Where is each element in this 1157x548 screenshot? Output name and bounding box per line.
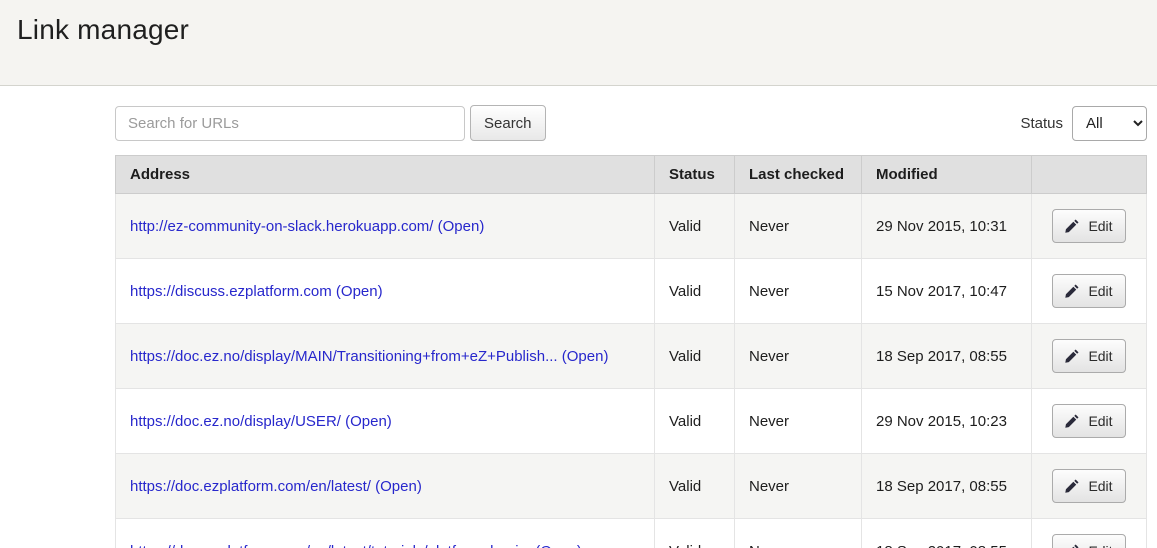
pencil-icon [1065,349,1079,363]
pencil-icon [1065,284,1079,298]
pencil-icon [1065,479,1079,493]
table-row: http://ez-community-on-slack.herokuapp.c… [116,194,1147,259]
column-header-address: Address [116,156,655,194]
open-link[interactable]: (Open) [438,218,485,235]
column-header-modified: Modified [862,156,1032,194]
url-link[interactable]: https://doc.ez.no/display/USER/ [130,413,341,430]
address-cell: https://discuss.ezplatform.com (Open) [116,259,655,324]
toolbar: Search Status All [115,105,1147,141]
actions-cell: Edit [1032,259,1147,324]
pencil-icon [1065,219,1079,233]
url-link[interactable]: https://discuss.ezplatform.com [130,283,332,300]
last-checked-cell: Never [735,454,862,519]
table-row: https://doc.ez.no/display/USER/ (Open) V… [116,389,1147,454]
actions-cell: Edit [1032,389,1147,454]
url-link[interactable]: https://doc.ezplatform.com/en/latest/ [130,478,371,495]
status-filter-label: Status [1020,115,1063,132]
links-table: Address Status Last checked Modified htt… [115,155,1147,548]
modified-cell: 29 Nov 2015, 10:31 [862,194,1032,259]
edit-button-label: Edit [1088,543,1112,548]
search-button[interactable]: Search [470,105,546,141]
status-cell: Valid [655,194,735,259]
column-header-status: Status [655,156,735,194]
edit-button-label: Edit [1088,413,1112,429]
table-row: https://doc.ezplatform.com/en/latest/ (O… [116,454,1147,519]
column-header-actions [1032,156,1147,194]
actions-cell: Edit [1032,194,1147,259]
edit-button[interactable]: Edit [1052,404,1125,438]
page-title: Link manager [17,14,1137,46]
table-row: https://doc.ezplatform.com/en/latest/tut… [116,519,1147,548]
edit-button[interactable]: Edit [1052,209,1125,243]
modified-cell: 18 Sep 2017, 08:55 [862,324,1032,389]
edit-button[interactable]: Edit [1052,469,1125,503]
open-link[interactable]: (Open) [375,478,422,495]
last-checked-cell: Never [735,259,862,324]
edit-button-label: Edit [1088,218,1112,234]
status-filter-select[interactable]: All [1072,106,1147,141]
content-area: Search Status All Address Status Last ch… [115,86,1147,548]
links-table-header: Address Status Last checked Modified [116,156,1147,194]
url-link[interactable]: http://ez-community-on-slack.herokuapp.c… [130,218,433,235]
last-checked-cell: Never [735,389,862,454]
status-cell: Valid [655,259,735,324]
address-cell: https://doc.ezplatform.com/en/latest/ (O… [116,454,655,519]
status-cell: Valid [655,324,735,389]
edit-button[interactable]: Edit [1052,534,1125,548]
url-link[interactable]: https://doc.ez.no/display/MAIN/Transitio… [130,348,558,365]
last-checked-cell: Never [735,194,862,259]
search-input[interactable] [115,106,465,141]
url-link[interactable]: https://doc.ezplatform.com/en/latest/tut… [130,543,531,548]
address-cell: http://ez-community-on-slack.herokuapp.c… [116,194,655,259]
open-link[interactable]: (Open) [345,413,392,430]
table-body: http://ez-community-on-slack.herokuapp.c… [116,194,1147,548]
edit-button-label: Edit [1088,478,1112,494]
modified-cell: 29 Nov 2015, 10:23 [862,389,1032,454]
modified-cell: 15 Nov 2017, 10:47 [862,259,1032,324]
modified-cell: 18 Sep 2017, 08:55 [862,519,1032,548]
actions-cell: Edit [1032,454,1147,519]
table-row: https://discuss.ezplatform.com (Open) Va… [116,259,1147,324]
address-cell: https://doc.ezplatform.com/en/latest/tut… [116,519,655,548]
column-header-last-checked: Last checked [735,156,862,194]
edit-button-label: Edit [1088,283,1112,299]
status-cell: Valid [655,454,735,519]
pencil-icon [1065,414,1079,428]
page-header: Link manager [0,0,1157,86]
last-checked-cell: Never [735,519,862,548]
last-checked-cell: Never [735,324,862,389]
actions-cell: Edit [1032,519,1147,548]
open-link[interactable]: (Open) [535,543,582,548]
edit-button-label: Edit [1088,348,1112,364]
modified-cell: 18 Sep 2017, 08:55 [862,454,1032,519]
actions-cell: Edit [1032,324,1147,389]
status-cell: Valid [655,389,735,454]
open-link[interactable]: (Open) [336,283,383,300]
open-link[interactable]: (Open) [562,348,609,365]
address-cell: https://doc.ez.no/display/USER/ (Open) [116,389,655,454]
pencil-icon [1065,544,1079,548]
table-row: https://doc.ez.no/display/MAIN/Transitio… [116,324,1147,389]
address-cell: https://doc.ez.no/display/MAIN/Transitio… [116,324,655,389]
status-cell: Valid [655,519,735,548]
edit-button[interactable]: Edit [1052,274,1125,308]
edit-button[interactable]: Edit [1052,339,1125,373]
status-filter: Status All [1020,106,1147,141]
